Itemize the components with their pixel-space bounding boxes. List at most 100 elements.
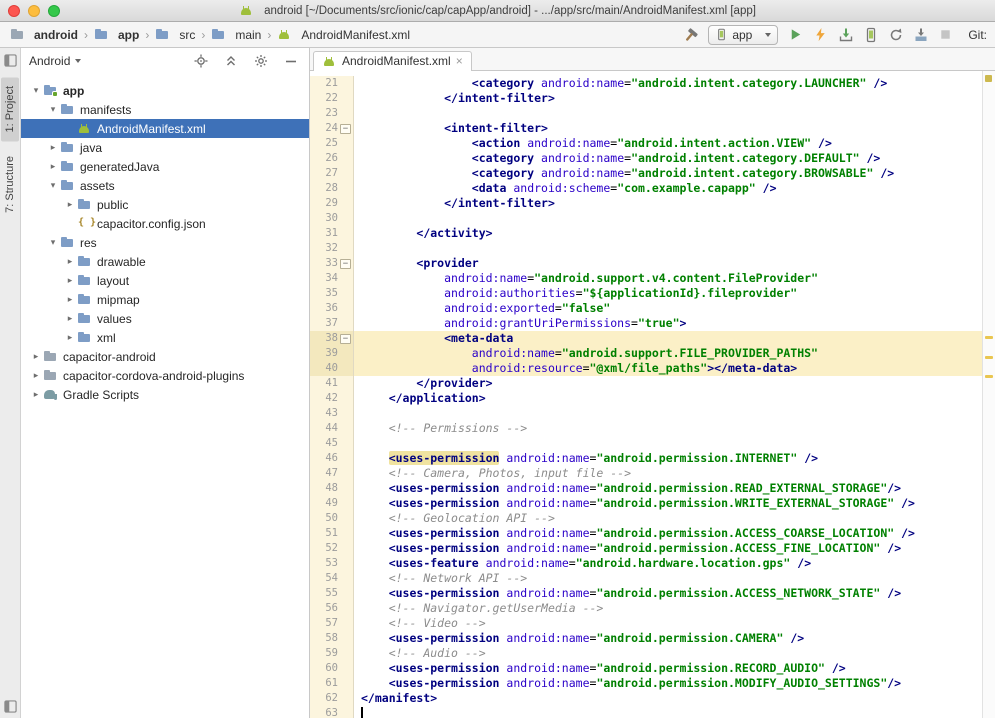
run-icon[interactable] <box>785 24 806 45</box>
stop-icon[interactable] <box>935 24 956 45</box>
chevron-down-icon[interactable]: ▾ <box>46 237 60 248</box>
code-line-42[interactable]: 42 </application> <box>310 391 982 406</box>
chevron-right-icon[interactable]: ▸ <box>63 313 77 324</box>
code-line-55[interactable]: 55 <uses-permission android:name="androi… <box>310 586 982 601</box>
tool-windows-icon[interactable] <box>4 54 17 67</box>
tree-item-xml[interactable]: ▸xml <box>21 328 309 347</box>
tree-item-assets[interactable]: ▾assets <box>21 176 309 195</box>
chevron-right-icon[interactable]: ▸ <box>29 389 43 400</box>
code-line-53[interactable]: 53 <uses-feature android:name="android.h… <box>310 556 982 571</box>
breadcrumb-item-androidmanifest-xml[interactable]: AndroidManifest.xml <box>275 27 412 43</box>
avd-manager-icon[interactable] <box>860 24 881 45</box>
tool-strip-tab-7-structure[interactable]: 7: Structure <box>1 147 19 222</box>
tree-item-app[interactable]: ▾app <box>21 81 309 100</box>
build-hammer-icon[interactable] <box>680 24 701 45</box>
tree-item-java[interactable]: ▸java <box>21 138 309 157</box>
code-line-37[interactable]: 37 android:grantUriPermissions="true"> <box>310 316 982 331</box>
code-line-63[interactable]: 63 <box>310 706 982 718</box>
code-line-26[interactable]: 26 <category android:name="android.inten… <box>310 151 982 166</box>
code-line-25[interactable]: 25 <action android:name="android.intent.… <box>310 136 982 151</box>
chevron-right-icon[interactable]: ▸ <box>63 275 77 286</box>
code-line-44[interactable]: 44 <!-- Permissions --> <box>310 421 982 436</box>
sdk-manager-icon[interactable] <box>910 24 931 45</box>
fold-marker[interactable]: − <box>340 259 351 269</box>
code-line-24[interactable]: 24− <intent-filter> <box>310 121 982 136</box>
code-line-51[interactable]: 51 <uses-permission android:name="androi… <box>310 526 982 541</box>
close-window-button[interactable] <box>8 5 20 17</box>
apply-changes-icon[interactable] <box>810 24 831 45</box>
breadcrumb-item-src[interactable]: src <box>153 27 197 43</box>
code-line-57[interactable]: 57 <!-- Video --> <box>310 616 982 631</box>
chevron-right-icon[interactable]: ▸ <box>46 142 60 153</box>
code-line-32[interactable]: 32 <box>310 241 982 256</box>
tree-item-drawable[interactable]: ▸drawable <box>21 252 309 271</box>
code-line-60[interactable]: 60 <uses-permission android:name="androi… <box>310 661 982 676</box>
code-line-45[interactable]: 45 <box>310 436 982 451</box>
code-line-62[interactable]: 62</manifest> <box>310 691 982 706</box>
toggle-toolbar-icon[interactable] <box>4 700 17 713</box>
code-line-59[interactable]: 59 <!-- Audio --> <box>310 646 982 661</box>
code-line-40[interactable]: 40 android:resource="@xml/file_paths"></… <box>310 361 982 376</box>
chevron-down-icon[interactable]: ▾ <box>46 104 60 115</box>
run-config-selector[interactable]: app <box>708 25 778 45</box>
code-line-47[interactable]: 47 <!-- Camera, Photos, input file --> <box>310 466 982 481</box>
code-line-35[interactable]: 35 android:authorities="${applicationId}… <box>310 286 982 301</box>
sync-gradle-icon[interactable] <box>885 24 906 45</box>
code-line-28[interactable]: 28 <data android:scheme="com.example.cap… <box>310 181 982 196</box>
editor-tab-androidmanifest[interactable]: AndroidManifest.xml × <box>313 51 472 71</box>
code-line-27[interactable]: 27 <category android:name="android.inten… <box>310 166 982 181</box>
error-stripe[interactable] <box>982 71 995 718</box>
tree-item-layout[interactable]: ▸layout <box>21 271 309 290</box>
collapse-all-icon[interactable] <box>220 50 241 71</box>
code-line-46[interactable]: 46 <uses-permission android:name="androi… <box>310 451 982 466</box>
stripe-mark[interactable] <box>985 336 993 339</box>
code-line-38[interactable]: 38− <meta-data <box>310 331 982 346</box>
code-line-52[interactable]: 52 <uses-permission android:name="androi… <box>310 541 982 556</box>
minimize-window-button[interactable] <box>28 5 40 17</box>
code-line-34[interactable]: 34 android:name="android.support.v4.cont… <box>310 271 982 286</box>
attach-debugger-icon[interactable] <box>835 24 856 45</box>
tree-item-capacitor-android[interactable]: ▸capacitor-android <box>21 347 309 366</box>
git-widget[interactable]: Git: <box>968 28 987 42</box>
chevron-right-icon[interactable]: ▸ <box>46 161 60 172</box>
chevron-right-icon[interactable]: ▸ <box>63 294 77 305</box>
chevron-right-icon[interactable]: ▸ <box>29 370 43 381</box>
chevron-right-icon[interactable]: ▸ <box>29 351 43 362</box>
code-line-48[interactable]: 48 <uses-permission android:name="androi… <box>310 481 982 496</box>
code-line-39[interactable]: 39 android:name="android.support.FILE_PR… <box>310 346 982 361</box>
project-view-selector[interactable]: Android <box>29 54 81 68</box>
chevron-down-icon[interactable]: ▾ <box>46 180 60 191</box>
code-line-56[interactable]: 56 <!-- Navigator.getUserMedia --> <box>310 601 982 616</box>
code-line-41[interactable]: 41 </provider> <box>310 376 982 391</box>
breadcrumb-item-app[interactable]: app <box>92 27 141 43</box>
tree-item-androidmanifest-xml[interactable]: AndroidManifest.xml <box>21 119 309 138</box>
breadcrumb-item-main[interactable]: main <box>209 27 263 43</box>
stripe-mark[interactable] <box>985 375 993 378</box>
code-line-31[interactable]: 31 </activity> <box>310 226 982 241</box>
chevron-right-icon[interactable]: ▸ <box>63 199 77 210</box>
code-line-61[interactable]: 61 <uses-permission android:name="androi… <box>310 676 982 691</box>
zoom-window-button[interactable] <box>48 5 60 17</box>
code-line-58[interactable]: 58 <uses-permission android:name="androi… <box>310 631 982 646</box>
tree-item-capacitor-config-json[interactable]: { }capacitor.config.json <box>21 214 309 233</box>
fold-marker[interactable]: − <box>340 334 351 344</box>
tool-strip-tab-1-project[interactable]: 1: Project <box>1 77 19 141</box>
code-line-50[interactable]: 50 <!-- Geolocation API --> <box>310 511 982 526</box>
close-tab-icon[interactable]: × <box>456 54 463 68</box>
tree-item-public[interactable]: ▸public <box>21 195 309 214</box>
code-line-22[interactable]: 22 </intent-filter> <box>310 91 982 106</box>
tree-item-gradle-scripts[interactable]: ▸Gradle Scripts <box>21 385 309 404</box>
code-line-29[interactable]: 29 </intent-filter> <box>310 196 982 211</box>
inspection-indicator[interactable] <box>985 75 992 82</box>
code-line-21[interactable]: 21 <category android:name="android.inten… <box>310 76 982 91</box>
tree-item-res[interactable]: ▾res <box>21 233 309 252</box>
chevron-down-icon[interactable]: ▾ <box>29 85 43 96</box>
tree-item-mipmap[interactable]: ▸mipmap <box>21 290 309 309</box>
code-line-54[interactable]: 54 <!-- Network API --> <box>310 571 982 586</box>
chevron-right-icon[interactable]: ▸ <box>63 256 77 267</box>
gear-icon[interactable] <box>250 50 271 71</box>
tree-item-values[interactable]: ▸values <box>21 309 309 328</box>
tree-item-generatedjava[interactable]: ▸generatedJava <box>21 157 309 176</box>
chevron-right-icon[interactable]: ▸ <box>63 332 77 343</box>
code-line-49[interactable]: 49 <uses-permission android:name="androi… <box>310 496 982 511</box>
